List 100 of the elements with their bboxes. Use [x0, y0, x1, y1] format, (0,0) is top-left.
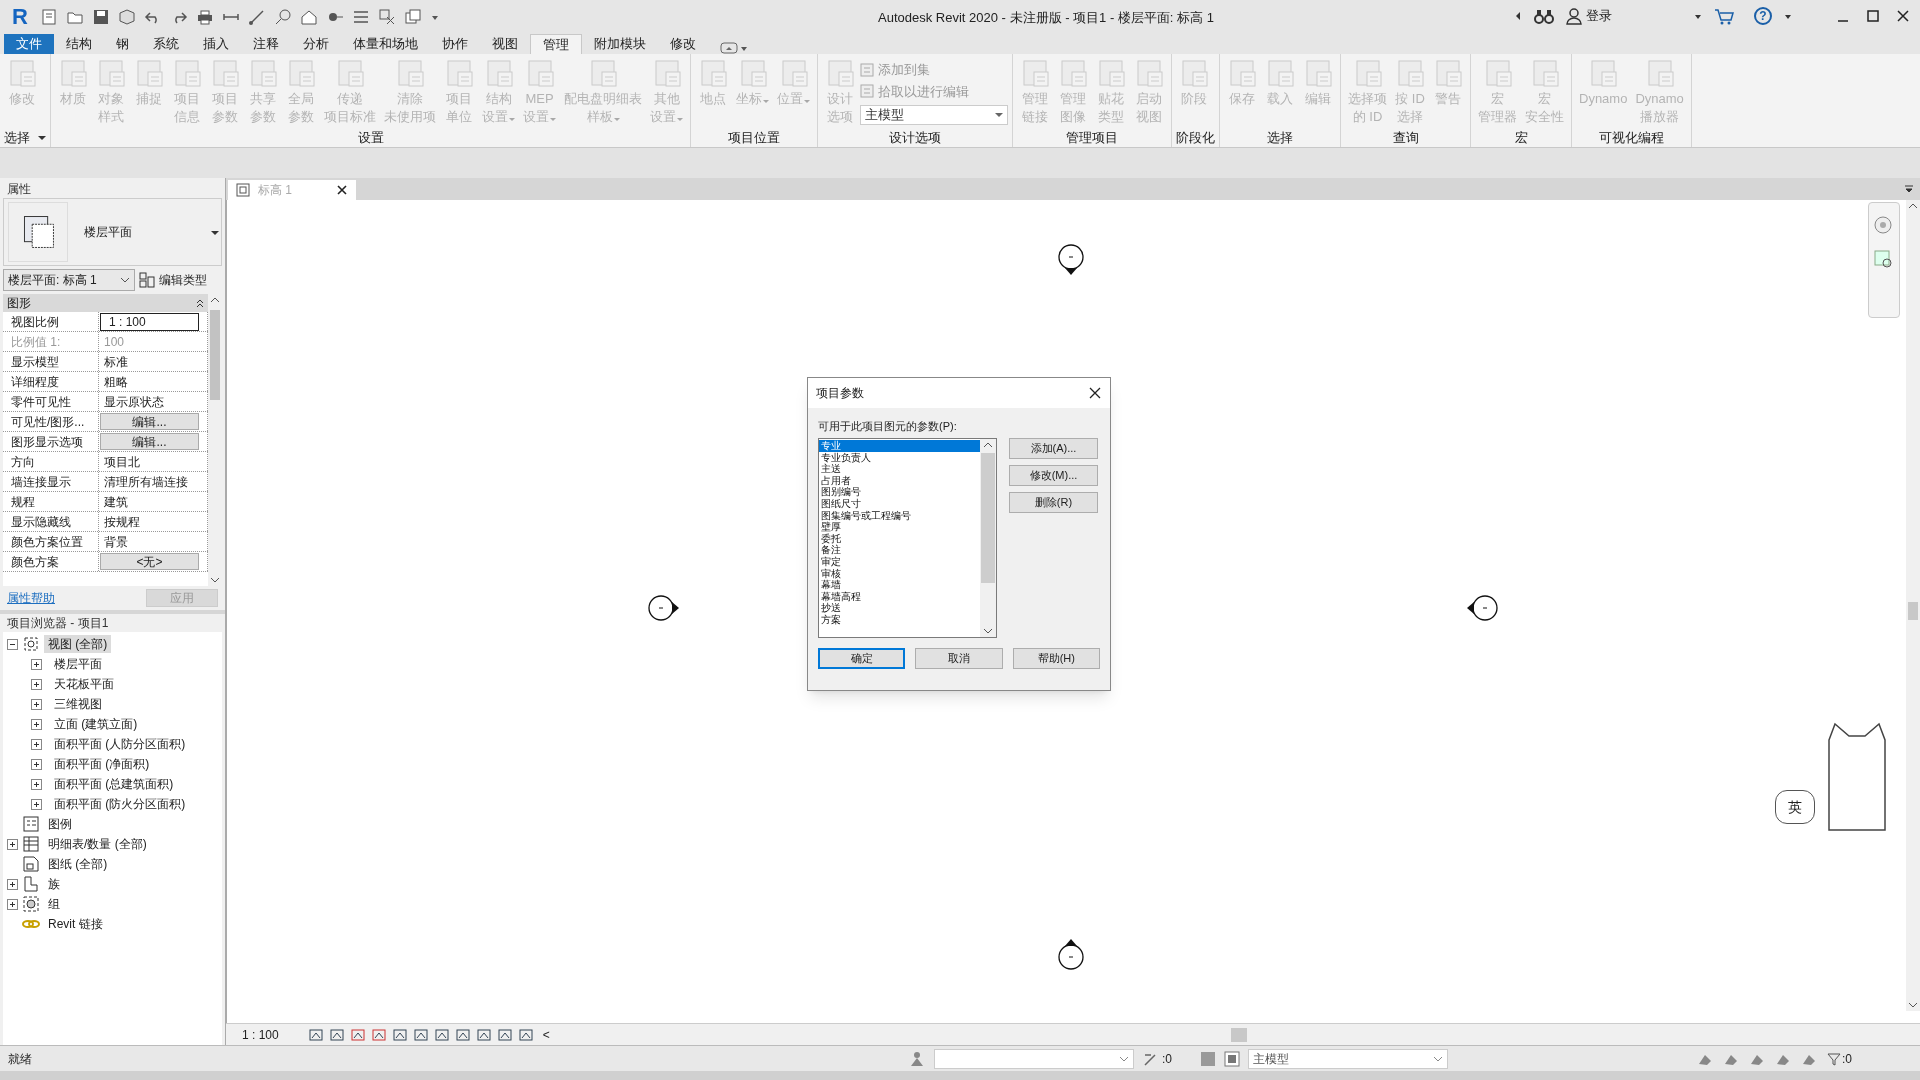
panel-dropdown[interactable]: 选择 [4, 129, 46, 147]
parameter-item[interactable]: 方案 [819, 613, 980, 626]
tree-item[interactable]: 天花板平面 [50, 675, 118, 693]
list-icon[interactable] [351, 8, 370, 26]
parameter-item[interactable]: 审核 [819, 567, 980, 580]
collapse-toggle-icon[interactable] [7, 638, 18, 650]
ribbon-tab[interactable]: 管理 [530, 34, 582, 54]
properties-help-link[interactable]: 属性帮助 [7, 589, 55, 607]
model-select[interactable]: 主模型 [1248, 1048, 1448, 1069]
hide-icon[interactable] [475, 1027, 492, 1042]
dialog-button[interactable]: 删除(R) [1009, 492, 1098, 513]
crop-region-icon[interactable] [412, 1027, 429, 1042]
expand-toggle-icon[interactable] [31, 718, 42, 730]
maximize-icon[interactable] [1866, 8, 1880, 23]
cart-icon[interactable] [1714, 6, 1734, 25]
parameter-item[interactable]: 备注 [819, 544, 980, 556]
ribbon-tab[interactable]: 系统 [141, 34, 191, 54]
parameter-item[interactable]: 专业 [819, 440, 980, 452]
tree-item[interactable]: 明细表/数量 (全部) [44, 835, 151, 853]
panel-toggle-icon[interactable] [720, 42, 738, 54]
dimension-icon[interactable] [247, 8, 266, 26]
parameter-item[interactable]: 委托 [819, 532, 980, 545]
collapse-icon[interactable] [196, 298, 204, 308]
close-icon[interactable] [336, 184, 348, 196]
expand-toggle-icon[interactable] [31, 698, 42, 710]
tree-item[interactable]: 视图 (全部) [44, 635, 112, 653]
dialog-button[interactable]: 取消 [915, 648, 1003, 669]
ribbon-tab[interactable]: 插入 [191, 34, 241, 54]
expand-toggle-icon[interactable] [31, 658, 42, 670]
ribbon-tab[interactable]: 分析 [291, 34, 341, 54]
scale-label[interactable]: 1 : 100 [242, 1025, 279, 1044]
close-icon[interactable] [1088, 386, 1102, 400]
user-icon[interactable] [1566, 6, 1582, 25]
file-tab[interactable]: 文件 [4, 34, 54, 54]
dialog-button[interactable]: 确定 [818, 648, 906, 669]
list-scrollbar[interactable] [980, 439, 996, 637]
vertical-scrollbar[interactable] [1906, 200, 1920, 1011]
reveal-icon[interactable] [496, 1027, 513, 1042]
ribbon-tab[interactable]: 视图 [480, 34, 530, 54]
workset-icon[interactable] [908, 1049, 926, 1068]
filter-icon[interactable] [1827, 1051, 1841, 1066]
expand-toggle-icon[interactable] [31, 798, 42, 810]
edit-type-button[interactable]: 编辑类型 [139, 271, 207, 289]
property-edit-button[interactable]: 编辑... [100, 413, 199, 430]
sun-icon[interactable] [349, 1027, 366, 1042]
revit-logo[interactable]: R [8, 6, 32, 28]
property-edit-button[interactable]: 编辑... [100, 433, 199, 450]
tree-item[interactable]: 面积平面 (防火分区面积) [50, 795, 190, 813]
print-icon[interactable] [195, 8, 214, 26]
expand-toggle-icon[interactable] [7, 838, 18, 850]
analysis-icon[interactable] [517, 1027, 534, 1042]
dialog-button[interactable]: 添加(A)... [1009, 438, 1098, 459]
tree-item[interactable]: 楼层平面 [50, 655, 106, 673]
cube-icon[interactable] [117, 8, 136, 26]
property-edit-button[interactable]: <无> [100, 553, 199, 570]
tree-item[interactable]: 图纸 (全部) [44, 855, 112, 873]
parameter-item[interactable]: 幕墙高程 [819, 590, 980, 603]
dialog-button[interactable]: 帮助(H) [1012, 648, 1100, 669]
ribbon-tab[interactable]: 修改 [658, 34, 708, 54]
parameter-item[interactable]: 主送 [819, 463, 980, 475]
parameter-item[interactable]: 专业负责人 [819, 451, 980, 464]
detail-level-icon[interactable] [307, 1027, 324, 1042]
visual-style-icon[interactable] [328, 1027, 345, 1042]
parameter-item[interactable]: 占用者 [819, 474, 980, 487]
lock-icon[interactable] [433, 1027, 450, 1042]
shadow-icon[interactable] [370, 1027, 387, 1042]
tree-item[interactable]: Revit 链接 [44, 915, 107, 933]
tree-item[interactable]: 三维视图 [50, 695, 106, 713]
ribbon-tab[interactable]: 附加模块 [582, 34, 658, 54]
model-select[interactable]: 主模型 [860, 105, 1008, 125]
parameter-item[interactable]: 幕墙 [819, 579, 980, 591]
input-method-badge[interactable]: 英 [1775, 790, 1815, 824]
steering-wheel-icon[interactable] [1873, 215, 1895, 237]
close-icon[interactable] [1896, 8, 1910, 23]
tree-item[interactable]: 面积平面 (净面积) [50, 755, 154, 773]
parameter-item[interactable]: 抄送 [819, 602, 980, 614]
windows-icon[interactable] [403, 8, 422, 26]
parameter-item[interactable]: 壁厚 [819, 521, 980, 533]
scrollbar-thumb[interactable] [981, 453, 995, 583]
scrollbar-thumb[interactable] [1908, 602, 1918, 620]
ribbon-tab[interactable]: 注释 [241, 34, 291, 54]
exclude-options-icon[interactable] [1224, 1050, 1240, 1067]
parameter-item[interactable]: 图别编号 [819, 486, 980, 498]
zoom-icon[interactable] [1873, 249, 1895, 271]
house-icon[interactable] [299, 8, 318, 26]
tree-item[interactable]: 族 [44, 875, 64, 893]
ribbon-tab[interactable]: 协作 [430, 34, 480, 54]
tree-item[interactable]: 面积平面 (总建筑面积) [50, 775, 178, 793]
crop-icon[interactable] [391, 1027, 408, 1042]
expand-toggle-icon[interactable] [31, 778, 42, 790]
ribbon-tab[interactable]: 体量和场地 [341, 34, 430, 54]
expand-toggle-icon[interactable] [7, 898, 18, 910]
instance-select[interactable]: 楼层平面: 标高 1 [3, 269, 135, 291]
expand-toggle-icon[interactable] [7, 878, 18, 890]
tree-item[interactable]: 面积平面 (人防分区面积) [50, 735, 190, 753]
tree-item[interactable]: 图例 [44, 815, 76, 833]
collapse-toggle[interactable]: < [542, 1025, 550, 1044]
tree-item[interactable]: 组 [44, 895, 64, 913]
ribbon-tab[interactable]: 结构 [54, 34, 104, 54]
expand-toggle-icon[interactable] [31, 738, 42, 750]
